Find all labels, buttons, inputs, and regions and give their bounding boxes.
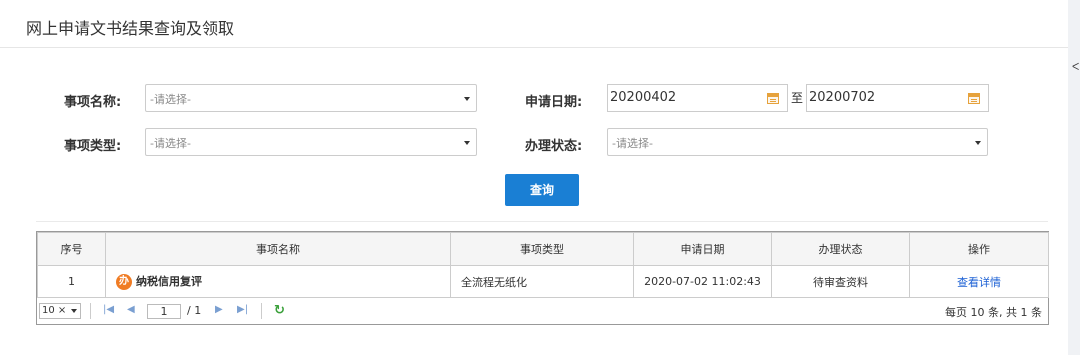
row-status: 待审查资料 [771,265,910,298]
query-button[interactable]: 查询 [505,174,579,206]
panel-header: 网上申请文书结果查询及领取 [0,0,1068,48]
pagination-info: 每页 10 条, 共 1 条 [945,306,1042,319]
results-grid: 序号 事项名称 事项类型 申请日期 办理状态 操作 1 办纳税信用复评 全流程无… [36,231,1049,325]
page-number-input[interactable]: 1 [147,304,181,319]
pagination-bar: 10 × |◀ ◀ 1 / 1 ▶ ▶| ↻ 每页 10 条, 共 1 条 [37,298,1048,324]
row-name: 纳税信用复评 [136,275,202,288]
total-pages: / 1 [187,304,202,317]
status-select[interactable]: -请选择- [607,128,988,156]
column-header-type[interactable]: 事项类型 [450,232,634,266]
row-index: 1 [37,265,106,298]
results-table: 序号 事项名称 事项类型 申请日期 办理状态 操作 1 办纳税信用复评 全流程无… [37,232,1049,298]
table-header-row: 序号 事项名称 事项类型 申请日期 办理状态 操作 [37,232,1049,266]
calendar-icon[interactable] [767,93,779,104]
item-name-label: 事项名称: [64,95,122,110]
status-value: -请选择- [612,137,653,150]
date-from-value: 20200402 [610,90,677,105]
chevron-down-icon [71,309,77,313]
row-date: 2020-07-02 11:02:43 [633,265,772,298]
table-row[interactable]: 1 办纳税信用复评 全流程无纸化 2020-07-02 11:02:43 待审查… [37,265,1049,298]
item-name-select[interactable]: -请选择- [145,84,477,112]
apply-date-label: 申请日期: [525,95,583,110]
row-name-cell: 办纳税信用复评 [105,265,451,298]
result-query-panel: 网上申请文书结果查询及领取 事项名称: -请选择- 申请日期: 20200402… [0,0,1068,355]
view-details-link[interactable]: 查看详情 [957,276,1001,289]
row-type: 全流程无纸化 [450,265,634,298]
chevron-down-icon [464,141,470,145]
calendar-icon[interactable] [968,93,980,104]
date-from-input[interactable]: 20200402 [607,84,788,112]
item-type-label: 事项类型: [64,139,122,154]
edge-fragment: ᐸ [1072,62,1080,73]
divider [36,221,1048,222]
item-type-value: -请选择- [150,137,191,150]
chevron-down-icon [975,141,981,145]
chevron-down-icon [464,97,470,101]
date-to-separator: 至 [791,91,804,105]
date-to-input[interactable]: 20200702 [806,84,989,112]
page-size-select[interactable]: 10 × [39,303,81,319]
page-size-value: 10 × [42,305,67,316]
item-name-value: -请选择- [150,93,191,106]
row-action-cell: 查看详情 [909,265,1049,298]
refresh-icon[interactable]: ↻ [274,303,285,318]
next-page-icon[interactable]: ▶ [215,304,223,315]
divider [90,303,91,319]
item-type-select[interactable]: -请选择- [145,128,477,156]
column-header-status[interactable]: 办理状态 [771,232,910,266]
page-title: 网上申请文书结果查询及领取 [26,19,235,38]
column-header-date[interactable]: 申请日期 [633,232,772,266]
column-header-index[interactable]: 序号 [37,232,106,266]
status-label: 办理状态: [525,139,583,154]
date-to-value: 20200702 [809,90,876,105]
prev-page-icon[interactable]: ◀ [127,304,135,315]
column-header-action[interactable]: 操作 [909,232,1049,266]
last-page-icon[interactable]: ▶| [237,304,248,315]
first-page-icon[interactable]: |◀ [103,304,114,315]
ban-badge-icon: 办 [116,274,132,290]
column-header-name[interactable]: 事项名称 [105,232,451,266]
divider [261,303,262,319]
